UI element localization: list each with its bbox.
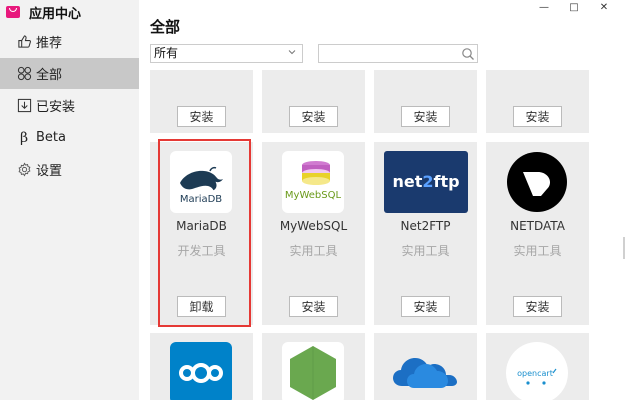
sidebar-item-recommend[interactable]: 推荐 [0, 26, 139, 57]
app-card[interactable]: opencart [486, 333, 589, 400]
thumbs-up-icon [16, 34, 32, 50]
sidebar-item-label: 已安装 [36, 100, 76, 115]
svg-text:net2ftp: net2ftp [392, 172, 459, 191]
app-name: NETDATA [510, 219, 565, 233]
app-card[interactable] [374, 333, 477, 400]
install-button[interactable]: 安装 [401, 296, 450, 317]
page-title: 全部 [150, 18, 181, 36]
filter-selected-value: 所有 [154, 46, 179, 60]
app-name: MyWebSQL [279, 219, 348, 233]
netdata-icon [506, 151, 568, 213]
app-card: 安装 [374, 70, 477, 133]
download-box-icon [16, 98, 32, 114]
install-button[interactable]: 安装 [401, 106, 450, 127]
net2ftp-icon: net2ftp [384, 151, 468, 213]
sidebar-item-beta[interactable]: β Beta [0, 122, 139, 153]
grid-icon [16, 66, 32, 82]
minimize-button[interactable]: — [529, 0, 559, 14]
app-card-mywebsql[interactable]: MyWebSQL MyWebSQL 实用工具 安装 [262, 142, 365, 325]
search-icon[interactable] [461, 47, 475, 61]
install-button[interactable]: 安装 [513, 106, 562, 127]
app-grid: 安装 安装 安装 安装 MariaDB MariaDB 开发工具 卸载 MyWe… [150, 70, 592, 400]
search-box [318, 44, 478, 65]
sidebar-item-label: 推荐 [36, 36, 63, 51]
sidebar-item-all[interactable]: 全部 [0, 58, 139, 89]
app-category: 实用工具 [289, 244, 338, 258]
sidebar-nav: 推荐 全部 已安装 β Beta 设置 [0, 26, 139, 186]
category-filter-select[interactable]: 所有 [150, 44, 303, 63]
maximize-button[interactable]: □ [559, 0, 589, 14]
app-name: Net2FTP [400, 219, 451, 233]
mywebsql-icon: MyWebSQL [282, 151, 344, 213]
nodejs-icon [282, 342, 344, 400]
sidebar-item-label: 全部 [36, 68, 63, 83]
main-panel: — □ ✕ 全部 所有 安装 安装 安装 安装 MariaDB MariaDB … [139, 0, 625, 400]
sidebar-item-label: Beta [36, 130, 66, 145]
sidebar-item-label: 设置 [36, 164, 63, 179]
install-button[interactable]: 安装 [289, 296, 338, 317]
install-button[interactable]: 安装 [289, 106, 338, 127]
install-button[interactable]: 安装 [513, 296, 562, 317]
beta-icon: β [19, 129, 29, 146]
app-category: 实用工具 [401, 244, 450, 258]
app-card: 安装 [262, 70, 365, 133]
install-button[interactable]: 安装 [177, 106, 226, 127]
sidebar-item-settings[interactable]: 设置 [0, 154, 139, 185]
opencart-icon: opencart [506, 342, 568, 400]
chevron-down-icon [288, 50, 296, 55]
close-button[interactable]: ✕ [589, 0, 619, 14]
app-card: 安装 [150, 70, 253, 133]
app-category: 实用工具 [513, 244, 562, 258]
app-card-net2ftp[interactable]: net2ftp Net2FTP 实用工具 安装 [374, 142, 477, 325]
app-card-netdata[interactable]: NETDATA 实用工具 安装 [486, 142, 589, 325]
app-card: 安装 [486, 70, 589, 133]
sidebar: 应用中心 推荐 全部 已安装 β Beta 设置 [0, 0, 139, 400]
app-window: 应用中心 推荐 全部 已安装 β Beta 设置 — □ ✕ 全部 所有 安装 … [0, 0, 625, 400]
gear-icon [16, 162, 32, 178]
opencart-logo-text: opencart [517, 369, 553, 378]
app-logo-icon [6, 6, 20, 18]
sidebar-item-installed[interactable]: 已安装 [0, 90, 139, 121]
search-input[interactable] [319, 47, 457, 65]
window-controls: — □ ✕ [529, 0, 619, 14]
app-card[interactable] [262, 333, 365, 400]
app-card[interactable] [150, 333, 253, 400]
app-title: 应用中心 [29, 6, 82, 22]
nextcloud-icon [170, 342, 232, 400]
onedrive-icon [384, 342, 468, 400]
app-header: 应用中心 [6, 2, 81, 22]
svg-text:MyWebSQL: MyWebSQL [285, 190, 342, 201]
selection-highlight [158, 139, 251, 327]
